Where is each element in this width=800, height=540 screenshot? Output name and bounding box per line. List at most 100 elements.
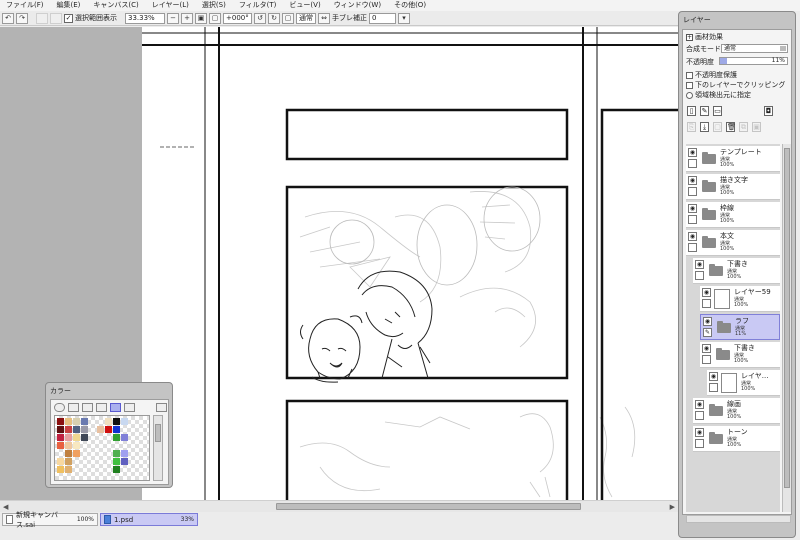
document-tab-new-canvas[interactable]: 新規キャンバス.sai 100% (2, 511, 98, 529)
selection-source-checkbox[interactable] (686, 91, 693, 99)
menu-item[interactable]: ファイル(F) (6, 0, 44, 11)
color-swatch[interactable] (57, 442, 64, 449)
layer-item[interactable]: ◉ 線画 通常 100% (693, 398, 780, 424)
layer-item[interactable]: ◉ 本文 通常 100% (686, 230, 780, 256)
clipping-option[interactable]: 下のレイヤーでクリッピング (686, 80, 785, 90)
color-swatch[interactable] (65, 434, 72, 441)
color-swatch[interactable] (73, 434, 80, 441)
layer-item[interactable]: ◉ トーン 通常 100% (693, 426, 780, 452)
color-swatch[interactable] (81, 418, 88, 425)
trash-icon[interactable]: 🗑 (726, 122, 736, 132)
undo-button[interactable]: ↶ (2, 12, 14, 24)
blend-mode-select[interactable]: 通常 (721, 44, 788, 53)
copy-layer-icon[interactable]: ⎘ (687, 122, 696, 132)
rotate-right-button[interactable]: ↻ (268, 12, 280, 24)
eye-icon[interactable]: ◉ (688, 176, 697, 185)
menu-item[interactable]: その他(O) (394, 0, 426, 11)
layer-item[interactable]: ◉ レイヤ... 通常 100% (707, 370, 780, 396)
color-swatch[interactable] (121, 418, 128, 425)
swatch-scrollbar[interactable] (153, 415, 163, 481)
eye-icon[interactable]: ◉ (695, 260, 704, 269)
layer-item[interactable]: ◉ ✎ ラフ 通常 11% (700, 314, 780, 340)
hsv-slider-tab-icon[interactable] (82, 403, 93, 412)
layer-item[interactable]: ◉ 下書き 通常 100% (693, 258, 780, 284)
canvas-horizontal-scrollbar[interactable]: ◀ ▶ (0, 500, 678, 512)
selection-visible-checkbox[interactable]: ✓ (64, 13, 73, 23)
eye-icon[interactable]: ◉ (703, 317, 712, 326)
color-swatch[interactable] (73, 450, 80, 457)
color-swatch[interactable] (73, 442, 80, 449)
rgb-slider-tab-icon[interactable] (68, 403, 79, 412)
selection-source-option[interactable]: 領域検出元に指定 (686, 90, 751, 100)
color-swatch[interactable] (113, 434, 120, 441)
color-swatch[interactable] (121, 434, 128, 441)
flip-horizontal-button[interactable]: ⇔ (318, 12, 330, 24)
texture-effect-row[interactable]: + 画材効果 (686, 32, 723, 42)
color-swatch[interactable] (81, 434, 88, 441)
menu-item[interactable]: 選択(S) (202, 0, 226, 11)
menu-item[interactable]: フィルタ(T) (239, 0, 277, 11)
redo-button[interactable]: ↷ (16, 12, 28, 24)
color-swatch[interactable] (97, 426, 104, 433)
eye-icon[interactable]: ◉ (688, 204, 697, 213)
stabilizer-dropdown-icon[interactable]: ▾ (398, 12, 410, 24)
color-swatch[interactable] (65, 450, 72, 457)
lock-checkbox[interactable] (695, 439, 704, 448)
layer-list-horizontal-scrollbar[interactable] (686, 515, 791, 523)
zoom-reset-button[interactable]: ▣ (195, 12, 207, 24)
color-swatch[interactable] (73, 418, 80, 425)
menu-item[interactable]: ビュー(V) (289, 0, 320, 11)
new-linework-layer-icon[interactable]: ✎ (700, 106, 709, 116)
merge-down-icon[interactable]: ⤓ (700, 122, 709, 132)
flatten-icon[interactable]: ▣ (752, 122, 761, 132)
color-wheel-tab-icon[interactable] (54, 403, 65, 412)
zoom-field[interactable]: 33.33% (125, 12, 165, 24)
lock-checkbox[interactable] (709, 383, 718, 392)
preserve-opacity-checkbox[interactable] (686, 71, 693, 79)
new-folder-icon[interactable]: ▭ (713, 106, 722, 116)
lock-checkbox[interactable] (695, 411, 704, 420)
panel-menu-icon[interactable] (156, 403, 167, 412)
layer-item[interactable]: ◉ 下書き 通常 100% (700, 342, 780, 368)
color-swatch[interactable] (57, 458, 64, 465)
scrollbar-thumb[interactable] (155, 424, 161, 442)
color-swatch[interactable] (65, 418, 72, 425)
color-swatch[interactable] (65, 426, 72, 433)
color-swatch[interactable] (105, 426, 112, 433)
color-swatch[interactable] (65, 442, 72, 449)
zoom-fit-button[interactable]: ▢ (209, 12, 221, 24)
lock-checkbox[interactable] (702, 355, 711, 364)
zoom-out-button[interactable]: − (167, 12, 179, 24)
view-mode-field[interactable]: 通常 (296, 12, 316, 24)
expand-plus-icon[interactable]: + (686, 33, 693, 41)
mask-icon[interactable]: ◘ (764, 106, 773, 116)
lock-checkbox[interactable] (688, 243, 697, 252)
eye-icon[interactable]: ◉ (709, 372, 718, 381)
menu-item[interactable]: キャンバス(C) (93, 0, 138, 11)
rotate-left-button[interactable]: ↺ (254, 12, 266, 24)
color-swatch[interactable] (65, 458, 72, 465)
color-swatch[interactable] (113, 458, 120, 465)
deselect-button[interactable] (36, 12, 48, 24)
color-swatch[interactable] (57, 418, 64, 425)
color-swatch[interactable] (57, 434, 64, 441)
color-swatch[interactable] (113, 450, 120, 457)
color-swatch[interactable] (57, 426, 64, 433)
stabilizer-select[interactable]: 0 (369, 12, 396, 24)
scroll-left-icon[interactable]: ◀ (3, 503, 8, 511)
lock-checkbox[interactable] (688, 215, 697, 224)
rotation-field[interactable]: +000° (223, 12, 252, 24)
layer-item[interactable]: ◉ テンプレート 通常 100% (686, 146, 780, 172)
color-swatch[interactable] (105, 418, 112, 425)
color-swatch[interactable] (113, 418, 120, 425)
menu-item[interactable]: 編集(E) (57, 0, 81, 11)
color-swatch[interactable] (81, 426, 88, 433)
color-swatch[interactable] (73, 426, 80, 433)
lock-checkbox[interactable] (688, 187, 697, 196)
pen-icon[interactable]: ✎ (703, 328, 712, 337)
rotate-reset-button[interactable]: ▢ (282, 12, 294, 24)
scrollbar-thumb[interactable] (276, 503, 581, 510)
merge-visible-icon[interactable]: ⧉ (739, 122, 748, 132)
color-swatch[interactable] (65, 466, 72, 473)
layer-item[interactable]: ◉ レイヤー59 通常 100% (700, 286, 780, 312)
